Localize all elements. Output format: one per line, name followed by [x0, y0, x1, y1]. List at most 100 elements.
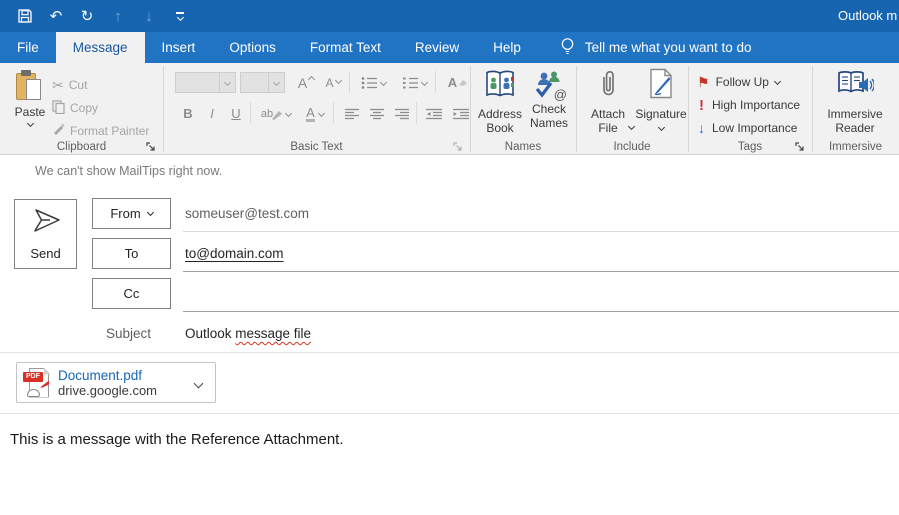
immersive-reader-label: Immersive Reader — [823, 107, 887, 135]
check-names-label: Check Names — [526, 102, 572, 130]
clipboard-group-label: Clipboard — [0, 141, 163, 153]
move-up-icon: ↑ — [107, 5, 129, 27]
redo-icon[interactable]: ↻ — [76, 5, 98, 27]
low-importance-icon: ↓ — [697, 120, 706, 136]
from-field-underline[interactable] — [183, 231, 899, 232]
group-clipboard: Paste ✂ Cut Copy Format Painter Clipboar… — [0, 63, 163, 155]
cc-button[interactable]: Cc — [92, 278, 171, 309]
high-importance-button[interactable]: ! High Importance — [697, 95, 800, 115]
font-color-icon: A — [300, 103, 330, 124]
tab-message[interactable]: Message — [56, 32, 145, 63]
attachment-source: drive.google.com — [58, 383, 157, 398]
tags-group-label: Tags — [688, 141, 812, 153]
immersive-reader-button[interactable]: Immersive Reader — [820, 69, 890, 135]
follow-up-dropdown-icon — [774, 77, 781, 84]
quick-access-toolbar: ↶ ↻ ↑ ↓ — [14, 0, 191, 32]
bold-icon: B — [179, 103, 197, 124]
decrease-indent-icon — [422, 103, 446, 124]
group-immersive: Immersive Reader Immersive — [812, 63, 899, 155]
font-name-select — [175, 72, 236, 93]
to-button[interactable]: To — [92, 238, 171, 269]
grow-font-icon: A — [294, 72, 318, 93]
undo-icon[interactable]: ↶ — [45, 5, 67, 27]
send-icon — [30, 207, 62, 239]
low-importance-label: Low Importance — [712, 121, 797, 135]
paste-button[interactable]: Paste — [10, 70, 50, 126]
group-names: Address Book @ Check Names Names — [470, 63, 576, 155]
immersive-reader-icon — [836, 69, 874, 104]
from-button[interactable]: From — [92, 198, 171, 229]
address-book-label: Address Book — [476, 107, 524, 135]
attachment-dropdown-icon[interactable] — [195, 374, 202, 392]
include-group-label: Include — [576, 141, 688, 153]
move-down-icon: ↓ — [138, 5, 160, 27]
names-group-label: Names — [470, 141, 576, 153]
tab-format-text[interactable]: Format Text — [293, 32, 398, 63]
numbering-icon — [398, 72, 430, 93]
tab-review[interactable]: Review — [398, 32, 476, 63]
check-names-icon: @ — [533, 69, 565, 99]
to-field-underline[interactable] — [183, 271, 899, 272]
tab-help[interactable]: Help — [476, 32, 538, 63]
flag-icon: ⚑ — [697, 75, 710, 89]
align-center-icon — [366, 103, 388, 124]
check-names-button[interactable]: @ Check Names — [526, 69, 572, 130]
format-painter-icon — [52, 123, 65, 139]
group-basic-text: A A A B I U ab A — [163, 63, 470, 155]
send-button[interactable]: Send — [14, 199, 77, 269]
paperclip-icon — [599, 68, 617, 104]
format-painter-label: Format Painter — [70, 124, 149, 138]
signature-dropdown-icon — [657, 124, 664, 131]
cut-button: ✂ Cut — [52, 75, 87, 95]
message-body[interactable]: This is a message with the Reference Att… — [10, 431, 344, 448]
follow-up-label: Follow Up — [716, 75, 769, 89]
high-importance-icon: ! — [697, 97, 706, 114]
copy-button: Copy — [52, 98, 98, 118]
copy-label: Copy — [70, 101, 98, 115]
subject-value[interactable]: Outlook message file — [185, 326, 311, 341]
mailtips-notice: We can't show MailTips right now. — [35, 164, 222, 178]
outlook-compose-window: ↶ ↻ ↑ ↓ Outlook m File Message Insert Op… — [0, 0, 899, 515]
attach-file-label: Attach File — [586, 107, 630, 135]
attachment-filename[interactable]: Document.pdf — [58, 368, 157, 383]
highlight-color-icon: ab — [257, 103, 295, 124]
cc-label: Cc — [124, 286, 140, 301]
italic-icon: I — [203, 103, 221, 124]
font-size-select — [240, 72, 285, 93]
subject-label: Subject — [92, 326, 151, 341]
to-value[interactable]: to@domain.com — [185, 246, 284, 261]
signature-button[interactable]: Signature — [636, 68, 686, 130]
address-book-button[interactable]: Address Book — [476, 69, 524, 135]
to-label: To — [125, 246, 139, 261]
tab-options[interactable]: Options — [212, 32, 293, 63]
from-dropdown-icon — [147, 208, 154, 215]
from-label: From — [110, 206, 140, 221]
high-importance-label: High Importance — [712, 98, 800, 112]
save-icon[interactable] — [14, 5, 36, 27]
from-value[interactable]: someuser@test.com — [185, 206, 309, 221]
tell-me-box[interactable]: Tell me what you want to do — [560, 32, 752, 63]
clipboard-dialog-launcher-icon[interactable] — [146, 140, 157, 151]
tab-file[interactable]: File — [0, 32, 56, 63]
basic-text-group-label: Basic Text — [163, 141, 470, 153]
cc-field-underline[interactable] — [183, 311, 899, 312]
follow-up-button[interactable]: ⚑ Follow Up — [697, 72, 780, 92]
align-right-icon — [391, 103, 413, 124]
title-bar: ↶ ↻ ↑ ↓ Outlook m — [0, 0, 899, 32]
copy-icon — [52, 100, 65, 117]
tab-insert[interactable]: Insert — [145, 32, 213, 63]
low-importance-button[interactable]: ↓ Low Importance — [697, 118, 797, 138]
basic-text-dialog-launcher-icon[interactable] — [453, 140, 464, 151]
ribbon: Paste ✂ Cut Copy Format Painter Clipboar… — [0, 63, 899, 155]
customize-quick-access-icon[interactable] — [169, 5, 191, 27]
tags-dialog-launcher-icon[interactable] — [795, 140, 806, 151]
underline-icon: U — [227, 103, 245, 124]
subject-misspelled-text: message file — [235, 326, 311, 341]
format-painter-button: Format Painter — [52, 121, 149, 141]
group-tags: ⚑ Follow Up ! High Importance ↓ Low Impo… — [688, 63, 812, 155]
pdf-badge: PDF — [23, 372, 43, 382]
ribbon-tab-row: File Message Insert Options Format Text … — [0, 32, 899, 63]
scissors-icon: ✂ — [52, 77, 64, 94]
attach-file-button[interactable]: Attach File — [584, 68, 632, 129]
attachment-card[interactable]: PDF Document.pdf drive.google.com — [16, 362, 216, 403]
